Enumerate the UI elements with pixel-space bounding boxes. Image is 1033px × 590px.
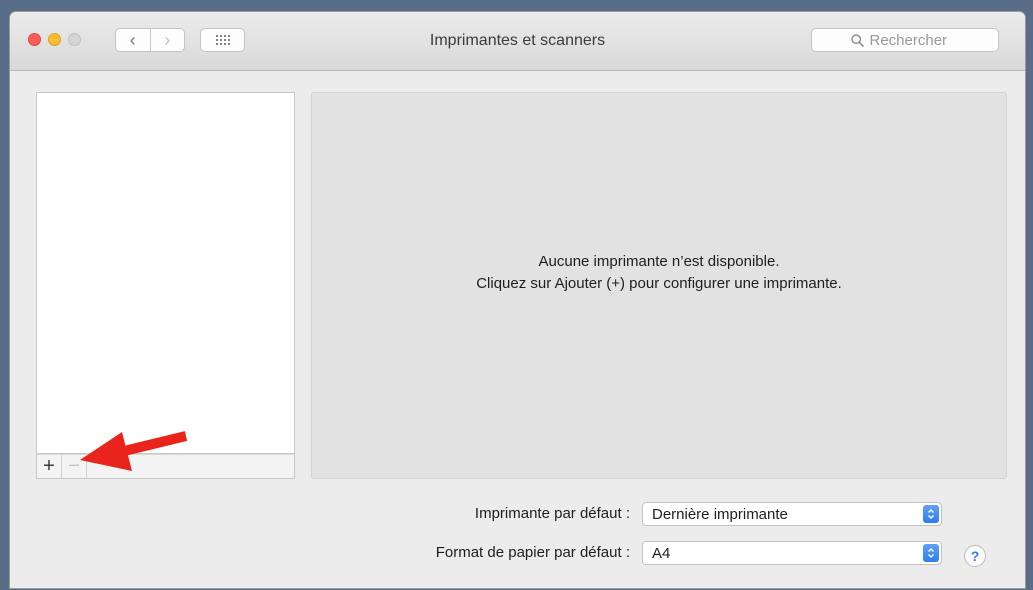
default-printer-label: Imprimante par défaut : [474,505,630,522]
search-icon [850,33,864,47]
empty-state-message: Aucune imprimante n’est disponible. Cliq… [312,251,1006,295]
default-paper-size-select[interactable]: A4 [642,541,942,565]
default-paper-size-label: Format de papier par défaut : [435,544,630,561]
search-field[interactable] [811,28,999,52]
help-button[interactable]: ? [964,545,986,567]
default-printer-select[interactable]: Dernière imprimante [642,502,942,526]
title-bar: ‹ › Imprimantes et scanners [10,12,1025,71]
annotation-arrow-icon [80,431,188,471]
preferences-window: ‹ › Imprimantes et scanners + − [10,12,1025,588]
printer-list[interactable] [36,92,295,454]
popup-arrows-icon [923,544,939,562]
add-printer-button[interactable]: + [37,455,62,478]
empty-state-line-2: Cliquez sur Ajouter (+) pour configurer … [476,275,842,292]
printer-detail-panel: Aucune imprimante n’est disponible. Cliq… [311,92,1007,479]
default-paper-size-value: A4 [652,544,671,562]
search-input[interactable] [869,31,960,49]
popup-arrows-icon [923,505,939,523]
empty-state-line-1: Aucune imprimante n’est disponible. [538,253,780,270]
default-printer-value: Dernière imprimante [652,505,788,523]
